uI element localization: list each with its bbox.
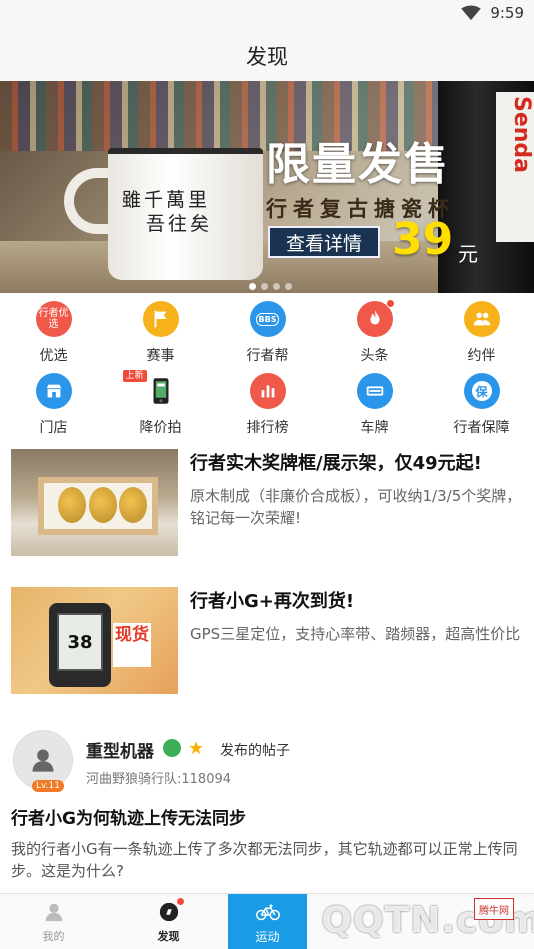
medal [89,487,117,523]
grid-label: 排行榜 [246,420,289,436]
article-title: 行者实木奖牌框/展示架，仅49元起! [190,453,482,474]
phone-auction-icon: 上新 [122,370,179,409]
article-thumbnail: 38 现货 [11,587,178,694]
tab-label: 我的 [42,930,65,943]
grid-label: 门店 [39,420,68,436]
grid-item-plate[interactable]: 车牌 [321,369,428,439]
grid-item-headlines[interactable]: 头条 [321,297,428,367]
post-username[interactable]: 重型机器 [86,737,154,762]
banner-headline: 限量发售 [266,139,450,190]
bbs-icon: BBS [249,301,286,337]
medal [119,487,147,523]
level-badge: Lv.11 [32,780,64,792]
article-desc: GPS三星定位，支持心率带、踏频器，超高性价比 [190,625,521,643]
grid-label: 车牌 [360,420,389,436]
quick-access-grid: 行者优选 优选 赛事 BBS 行者帮 头条 约伴 门店 上新 降价拍 排行榜 车… [0,297,534,436]
banner-bottle-text: Senda [509,96,534,174]
grid-label: 头条 [360,348,389,364]
guarantee-icon-text: 保 [471,381,492,401]
banner-dot[interactable] [273,283,280,290]
grid-label: 行者帮 [246,348,289,364]
bar-chart-icon [249,373,286,409]
grid-label: 优选 [39,348,68,364]
notification-dot [175,897,185,906]
grid-label: 约伴 [467,348,496,364]
mug-calligraphy: 雖千萬里 吾往矣 [122,188,252,236]
watermark-logo: 腾牛网 [474,898,514,920]
person-icon [32,749,54,772]
grid-label: 赛事 [146,348,175,364]
tab-mine[interactable]: 我的 [0,894,107,949]
post-title: 行者小G为何轨迹上传无法同步 [11,809,246,829]
device-screen: 38 [57,613,103,671]
post-body: 我的行者小G有一条轨迹上传了多次都无法同步，其它轨迹都可以正常上传同步。这是为什… [11,840,518,880]
status-bar: 9:59 [0,0,534,30]
grid-item-store[interactable]: 门店 [0,369,107,439]
store-icon [35,373,72,409]
banner-dot[interactable] [261,283,268,290]
banner-price: 39 [392,214,454,265]
banner-dot[interactable] [249,283,256,290]
compass-icon [157,897,185,924]
watermark: QQTN.com 腾牛网 [321,892,534,949]
flag-icon [142,301,179,337]
tab-workout[interactable]: 运动 [228,894,307,949]
mug-text-line1: 雖千萬里 [122,189,211,211]
bbs-icon-text: BBS [255,312,280,326]
notification-dot [385,299,395,308]
tab-discover[interactable]: 发现 [115,894,222,949]
grid-item-guarantee[interactable]: 保 行者保障 [428,369,534,439]
verified-badge-icon [163,739,181,757]
page-title: 发现 [246,44,288,69]
status-time: 9:59 [490,4,524,22]
bike-icon [255,900,280,924]
grid-item-forum[interactable]: BBS 行者帮 [214,297,321,367]
shield-icon: 保 [463,373,500,409]
article-desc: 原木制成（非廉价合成板），可收纳1/3/5个奖牌，铭记每一次荣耀! [190,487,522,527]
banner-pagination[interactable] [249,283,292,290]
grid-label: 行者保障 [453,420,510,436]
star-badge-icon: ★ [188,738,205,759]
person-icon [42,900,66,924]
people-icon [463,301,500,337]
pick-icon-text: 行者优选 [38,308,69,330]
app-header: 发现 [0,30,534,81]
article-card[interactable]: 38 现货 行者小G+再次到货! GPS三星定位，支持心率带、踏频器，超高性价比 [0,587,534,697]
grid-item-ranking[interactable]: 排行榜 [214,369,321,439]
new-tag: 上新 [122,370,147,382]
banner-detail-button[interactable]: 查看详情 [268,226,380,258]
grid-label: 降价拍 [139,420,182,436]
in-stock-badge: 现货 [113,623,151,667]
wifi-icon [461,5,482,21]
banner-price-unit: 元 [458,242,478,266]
post-action: 发布的帖子 [220,743,290,759]
grid-item-events[interactable]: 赛事 [107,297,214,367]
license-plate-icon [356,373,393,409]
grid-item-companions[interactable]: 约伴 [428,297,534,367]
grid-item-pick[interactable]: 行者优选 优选 [0,297,107,367]
fire-icon [356,299,395,337]
grid-item-auction[interactable]: 上新 降价拍 [107,369,214,439]
tab-label: 运动 [255,929,280,944]
medal [58,487,86,523]
banner-dot[interactable] [285,283,292,290]
xingzhe-pick-icon: 行者优选 [35,301,72,337]
article-title: 行者小G+再次到货! [190,591,355,612]
tab-label: 发现 [157,930,180,943]
article-card[interactable]: 行者实木奖牌框/展示架，仅49元起! 原木制成（非廉价合成板），可收纳1/3/5… [0,449,534,559]
post-team: 河曲野狼骑行队:118094 [86,772,232,787]
mug-text-line2: 吾往矣 [146,213,213,235]
article-thumbnail [11,449,178,556]
